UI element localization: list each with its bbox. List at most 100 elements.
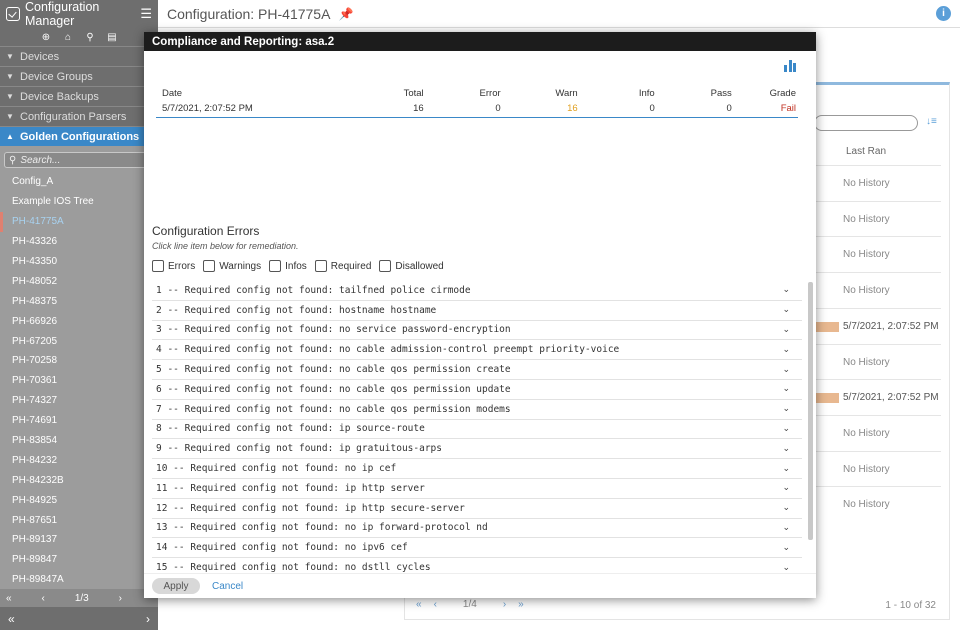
golden-config-item[interactable]: PH-84925 [0,490,158,510]
error-list-scrollbar[interactable] [808,282,813,540]
first-page-icon[interactable]: « [6,593,12,604]
error-row[interactable]: 15 -- Required config not found: no dstl… [152,558,802,573]
chevron-down-icon[interactable]: ⌄ [782,365,790,375]
chevron-down-icon[interactable]: ⌄ [782,444,790,454]
error-row[interactable]: 11 -- Required config not found: ip http… [152,479,802,499]
chevron-down-icon: ▼ [6,52,14,61]
filter-required[interactable]: Required [314,260,371,272]
add-icon[interactable]: ⊕ [40,32,52,43]
cancel-button[interactable]: Cancel [212,581,243,592]
summary-header-pass: Pass [710,88,732,99]
expand-icon[interactable]: › [146,612,150,626]
golden-config-item[interactable]: PH-41775A [0,211,158,232]
filter-errors[interactable]: Errors [152,260,195,272]
golden-config-item[interactable]: PH-67205 [0,331,158,351]
next-page-icon[interactable]: › [503,599,506,610]
error-row[interactable]: 10 -- Required config not found: no ip c… [152,459,802,479]
last-page-icon[interactable]: » [518,599,524,610]
chevron-down-icon[interactable]: ⌄ [782,563,790,573]
chevron-down-icon[interactable]: ⌄ [782,424,790,434]
sort-icon[interactable]: ↓≡ [926,116,937,127]
bar-chart-icon[interactable] [784,60,796,72]
error-text: 1 -- Required config not found: tailfned… [156,284,471,296]
error-row[interactable]: 7 -- Required config not found: no cable… [152,400,802,420]
error-row[interactable]: 8 -- Required config not found: ip sourc… [152,420,802,440]
golden-config-item[interactable]: PH-89847A [0,570,158,590]
sidebar-nav-item[interactable]: ▼ Device Backups [0,86,158,106]
chevron-down-icon[interactable]: ⌄ [782,285,790,295]
error-row[interactable]: 9 -- Required config not found: ip gratu… [152,439,802,460]
error-row[interactable]: 14 -- Required config not found: no ipv6… [152,538,802,559]
golden-config-item[interactable]: Config_A [0,172,158,192]
error-text: 8 -- Required config not found: ip sourc… [156,423,425,435]
background-row: No History [815,236,941,272]
filter-checkbox[interactable] [203,260,216,272]
golden-config-item[interactable]: PH-48052 [0,271,158,291]
home-icon[interactable]: ⌂ [62,32,74,43]
golden-config-item[interactable]: PH-66926 [0,311,158,331]
filter-checkbox[interactable] [269,260,282,272]
error-row[interactable]: 3 -- Required config not found: no servi… [152,321,802,341]
error-row[interactable]: 5 -- Required config not found: no cable… [152,360,802,380]
error-row[interactable]: 6 -- Required config not found: no cable… [152,380,802,400]
error-row[interactable]: 2 -- Required config not found: hostname… [152,301,802,321]
golden-config-item[interactable]: PH-74327 [0,391,158,411]
last-ran-value: No History [843,356,890,368]
first-page-icon[interactable]: « [416,599,422,610]
prev-page-icon[interactable]: ‹ [434,599,437,610]
sidebar-nav-item[interactable]: ▼ Configuration Parsers [0,106,158,126]
filter-checkbox[interactable] [379,260,392,272]
pin-icon[interactable]: 📌 [338,7,353,21]
filter-disallowed[interactable]: Disallowed [379,260,444,272]
chevron-down-icon[interactable]: ⌄ [782,325,790,335]
chevron-down-icon[interactable]: ⌄ [782,384,790,394]
sidebar-nav-item[interactable]: ▼ Device Groups [0,66,158,86]
golden-config-item[interactable]: PH-87651 [0,510,158,530]
golden-config-item[interactable]: PH-89137 [0,530,158,550]
search-icon[interactable]: ⚲ [84,32,96,43]
chevron-down-icon[interactable]: ⌄ [782,503,790,513]
document-icon[interactable]: ▤ [106,32,118,43]
golden-config-item[interactable]: PH-84232 [0,450,158,470]
next-page-icon[interactable]: › [119,593,122,604]
chevron-down-icon[interactable]: ⌄ [782,345,790,355]
sidebar-nav-label: Devices [20,50,60,63]
golden-config-item[interactable]: PH-89847 [0,550,158,570]
sidebar-nav-item[interactable]: ▼ Devices [0,46,158,66]
golden-config-item[interactable]: PH-83854 [0,431,158,451]
filter-checkbox[interactable] [152,260,164,272]
background-search-input[interactable] [814,115,918,131]
error-row[interactable]: 12 -- Required config not found: ip http… [152,499,802,519]
golden-config-item[interactable]: Example IOS Tree [0,192,158,212]
error-row[interactable]: 13 -- Required config not found: no ip f… [152,519,802,539]
chevron-down-icon[interactable]: ⌄ [782,464,790,474]
chevron-down-icon[interactable]: ⌄ [782,305,790,315]
sidebar-nav-item[interactable]: ▲ Golden Configurations [0,126,158,146]
golden-config-item[interactable]: PH-43350 [0,252,158,272]
filter-infos[interactable]: Infos [269,260,307,272]
golden-config-item[interactable]: PH-48375 [0,291,158,311]
summary-row[interactable]: 5/7/2021, 2:07:52 PM 16 0 16 0 0 Fail [156,101,798,118]
chevron-down-icon[interactable]: ⌄ [782,404,790,414]
sidebar-nav-label: Configuration Parsers [20,110,127,123]
filter-checkbox[interactable] [314,260,327,272]
apply-button[interactable]: Apply [152,578,200,594]
info-icon[interactable]: i [936,6,951,21]
prev-page-icon[interactable]: ‹ [42,593,45,604]
error-row[interactable]: 4 -- Required config not found: no cable… [152,340,802,361]
chevron-down-icon[interactable]: ⌄ [782,523,790,533]
golden-config-item[interactable]: PH-70258 [0,351,158,371]
chevron-down-icon[interactable]: ⌄ [782,543,790,553]
error-row[interactable]: 1 -- Required config not found: tailfned… [152,281,802,301]
hamburger-menu-icon[interactable]: ☰ [140,6,152,22]
golden-config-item[interactable]: PH-70361 [0,371,158,391]
chevron-down-icon[interactable]: ⌄ [782,483,790,493]
golden-config-item[interactable]: PH-74691 [0,411,158,431]
background-row: No History [815,343,941,380]
golden-config-item[interactable]: PH-84232B [0,470,158,490]
filter-warnings[interactable]: Warnings [203,260,261,272]
collapse-sidebar-icon[interactable]: « [8,612,15,626]
last-ran-header: Last Ran [846,146,887,157]
sidebar-search-input[interactable]: ⚲ Search... [4,152,154,168]
golden-config-item[interactable]: PH-43326 [0,232,158,252]
